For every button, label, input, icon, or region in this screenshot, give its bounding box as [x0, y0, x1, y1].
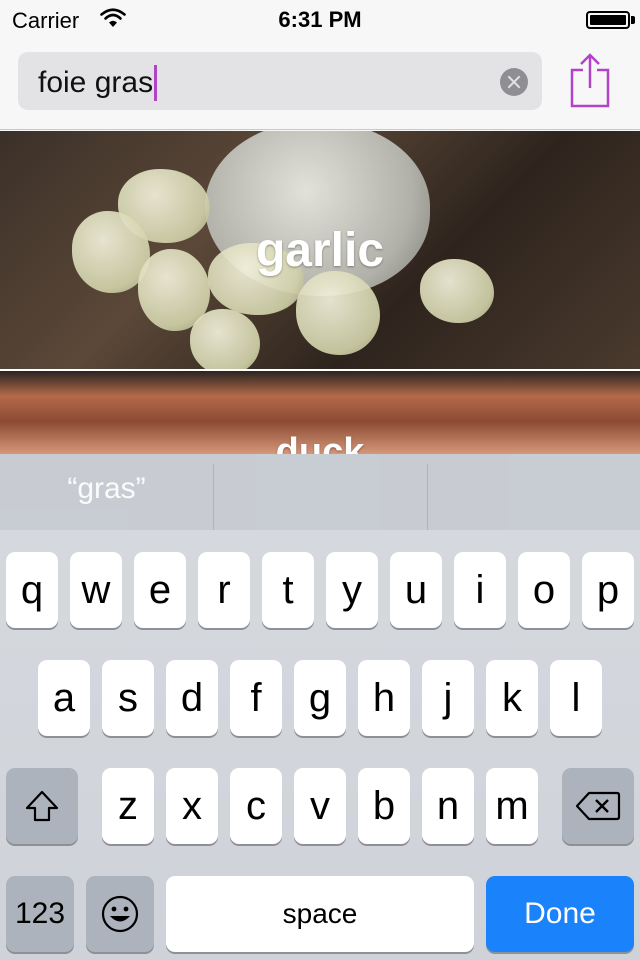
key-y[interactable]: y: [326, 552, 378, 628]
key-q[interactable]: q: [6, 552, 58, 628]
status-time: 6:31 PM: [278, 7, 362, 32]
key-b[interactable]: b: [358, 768, 410, 844]
key-p[interactable]: p: [582, 552, 634, 628]
key-u[interactable]: u: [390, 552, 442, 628]
space-key[interactable]: space: [166, 876, 474, 952]
result-title: garlic: [255, 224, 385, 277]
key-d[interactable]: d: [166, 660, 218, 736]
key-h[interactable]: h: [358, 660, 410, 736]
key-a[interactable]: a: [38, 660, 90, 736]
key-x[interactable]: x: [166, 768, 218, 844]
status-bar: Carrier 6:31 PM: [0, 0, 640, 40]
garlic-clove-image: [190, 309, 260, 369]
prediction-suggestion[interactable]: “gras”: [0, 454, 213, 530]
shift-icon[interactable]: [6, 768, 78, 844]
share-icon[interactable]: [570, 52, 610, 108]
prediction-empty[interactable]: [214, 454, 427, 530]
key-z[interactable]: z: [102, 768, 154, 844]
numbers-key[interactable]: 123: [6, 876, 74, 952]
clear-search-icon[interactable]: [500, 68, 528, 96]
key-g[interactable]: g: [294, 660, 346, 736]
result-title: duck: [275, 431, 365, 455]
keyboard: “gras” q w e r t y u i o p a s d f g h j…: [0, 454, 640, 960]
search-input[interactable]: foie gras: [18, 52, 542, 110]
battery-icon: [586, 11, 630, 29]
key-s[interactable]: s: [102, 660, 154, 736]
predictive-bar: “gras”: [0, 454, 640, 530]
key-e[interactable]: e: [134, 552, 186, 628]
done-button[interactable]: Done: [486, 876, 634, 952]
emoji-icon[interactable]: [86, 876, 154, 952]
backspace-icon[interactable]: [562, 768, 634, 844]
key-l[interactable]: l: [550, 660, 602, 736]
key-t[interactable]: t: [262, 552, 314, 628]
key-r[interactable]: r: [198, 552, 250, 628]
result-cell-garlic[interactable]: garlic: [0, 131, 640, 369]
search-bar: foie gras: [0, 40, 640, 130]
text-caret: [154, 65, 158, 101]
search-query: foie gras: [38, 66, 154, 99]
key-k[interactable]: k: [486, 660, 538, 736]
key-i[interactable]: i: [454, 552, 506, 628]
key-o[interactable]: o: [518, 552, 570, 628]
search-text-container: foie gras: [38, 65, 158, 101]
key-n[interactable]: n: [422, 768, 474, 844]
key-v[interactable]: v: [294, 768, 346, 844]
result-cell-duck[interactable]: duck: [0, 371, 640, 455]
key-w[interactable]: w: [70, 552, 122, 628]
key-f[interactable]: f: [230, 660, 282, 736]
key-j[interactable]: j: [422, 660, 474, 736]
battery-nub: [631, 16, 635, 24]
key-m[interactable]: m: [486, 768, 538, 844]
garlic-clove-image: [296, 271, 380, 355]
prediction-empty[interactable]: [428, 454, 640, 530]
key-c[interactable]: c: [230, 768, 282, 844]
